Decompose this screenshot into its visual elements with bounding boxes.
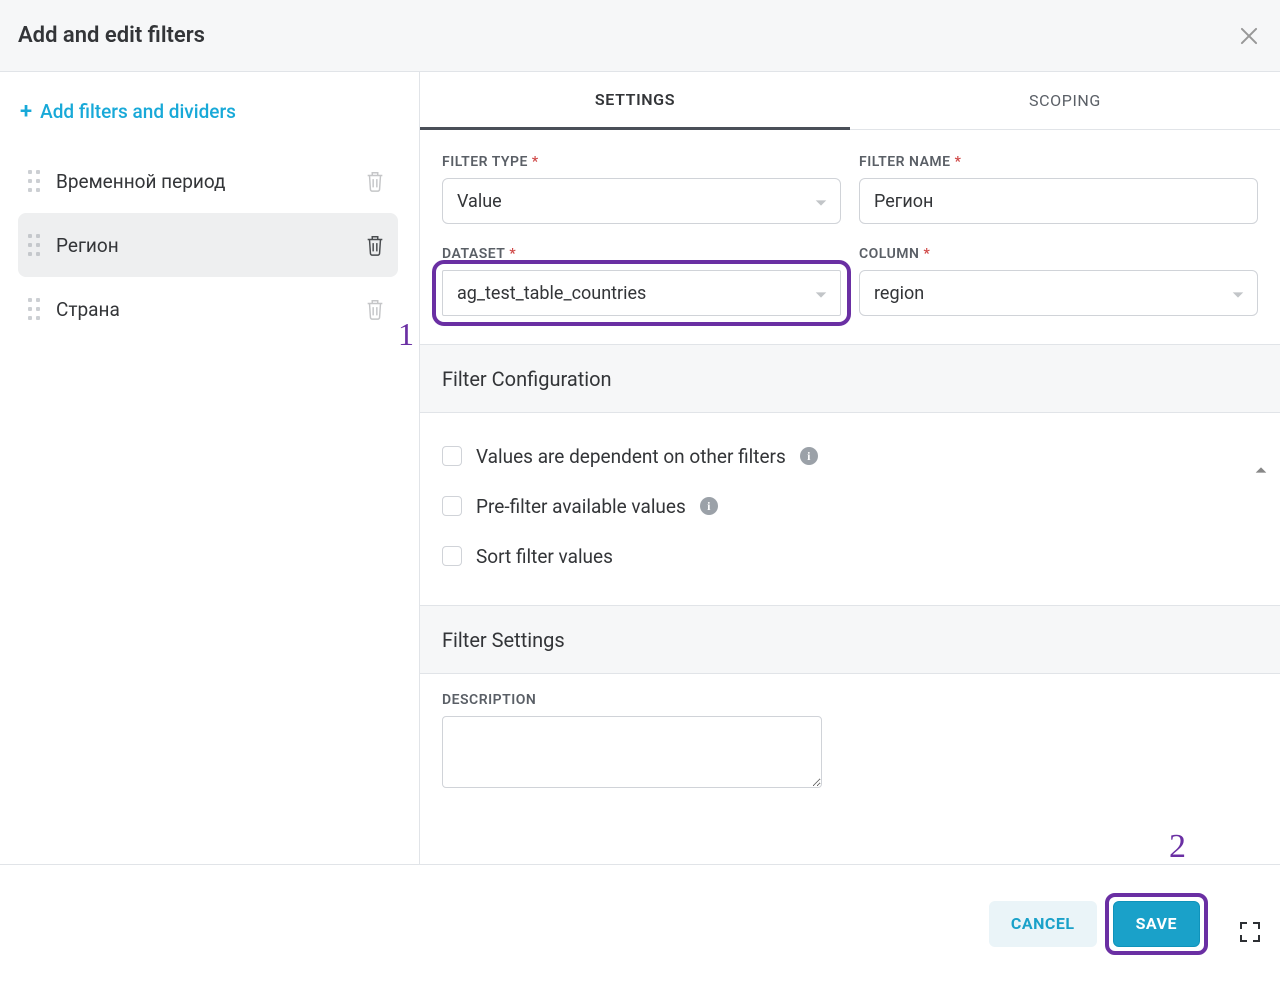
sort-label: Sort filter values	[476, 545, 613, 568]
filter-settings-title: Filter Settings	[442, 628, 565, 652]
chevron-down-icon	[814, 286, 828, 300]
dependent-values-label: Values are dependent on other filters	[476, 445, 786, 468]
plus-icon: +	[20, 101, 32, 123]
column-select[interactable]: region	[859, 270, 1258, 316]
description-input[interactable]	[442, 716, 822, 788]
filter-settings-body: DESCRIPTION	[420, 674, 1280, 812]
filter-name-field: FILTER NAME* Регион	[859, 154, 1258, 224]
chevron-down-icon	[814, 194, 828, 208]
fullscreen-icon[interactable]	[1238, 920, 1262, 944]
drag-handle-icon[interactable]	[26, 232, 44, 258]
dependent-values-checkbox[interactable]	[442, 446, 462, 466]
tab-scoping[interactable]: SCOPING	[850, 72, 1280, 129]
settings-scroll[interactable]: FILTER TYPE* Value FILTER NAME* Регион D…	[420, 130, 1280, 864]
filter-configuration-panel: Filter Configuration Values are dependen…	[420, 344, 1280, 605]
tab-settings[interactable]: SETTINGS	[420, 72, 850, 130]
filter-list: Временной период Регион Страна	[18, 149, 405, 341]
dependent-values-row: Values are dependent on other filters i	[442, 431, 1258, 481]
save-button[interactable]: SAVE	[1113, 901, 1200, 947]
filter-name-label: FILTER NAME*	[859, 154, 1258, 170]
dataset-value: ag_test_table_countries	[457, 283, 646, 304]
modal-footer: CANCEL SAVE	[0, 864, 1280, 982]
filter-name-input[interactable]: Регион	[859, 178, 1258, 224]
column-label: COLUMN*	[859, 246, 1258, 262]
dataset-select[interactable]: ag_test_table_countries	[442, 270, 841, 316]
filter-configuration-header[interactable]: Filter Configuration	[420, 345, 1280, 413]
trash-icon[interactable]	[364, 297, 386, 321]
filter-settings-panel: Filter Settings DESCRIPTION	[420, 605, 1280, 812]
modal-body: + Add filters and dividers Временной пер…	[0, 72, 1280, 864]
filter-type-label: FILTER TYPE*	[442, 154, 841, 170]
trash-icon[interactable]	[364, 233, 386, 257]
description-field: DESCRIPTION	[442, 692, 842, 788]
filter-item[interactable]: Страна	[18, 277, 398, 341]
chevron-up-icon	[1254, 468, 1268, 482]
filter-item-label: Временной период	[56, 170, 364, 193]
modal-title: Add and edit filters	[18, 23, 205, 48]
sort-row: Sort filter values	[442, 531, 1258, 581]
tabs: SETTINGS SCOPING	[420, 72, 1280, 130]
drag-handle-icon[interactable]	[26, 296, 44, 322]
filter-item-label: Страна	[56, 298, 364, 321]
add-filters-button[interactable]: + Add filters and dividers	[20, 100, 405, 123]
filter-type-value: Value	[457, 191, 502, 212]
add-filters-label: Add filters and dividers	[40, 100, 236, 123]
filter-configuration-body: Values are dependent on other filters i …	[420, 413, 1280, 605]
filter-item-label: Регион	[56, 234, 364, 257]
settings-pane: SETTINGS SCOPING FILTER TYPE* Value FILT…	[420, 72, 1280, 864]
filter-settings-header[interactable]: Filter Settings	[420, 606, 1280, 674]
dataset-field: DATASET* ag_test_table_countries	[442, 246, 841, 316]
annotation-callout-1: 1	[398, 316, 414, 353]
form-grid: FILTER TYPE* Value FILTER NAME* Регион D…	[420, 130, 1280, 344]
chevron-down-icon	[1231, 286, 1245, 300]
filter-type-field: FILTER TYPE* Value	[442, 154, 841, 224]
dataset-label: DATASET*	[442, 246, 841, 262]
filter-type-select[interactable]: Value	[442, 178, 841, 224]
trash-icon[interactable]	[364, 169, 386, 193]
annotation-save-highlight: SAVE	[1113, 901, 1200, 947]
filter-item[interactable]: Временной период	[18, 149, 398, 213]
filter-item[interactable]: Регион	[18, 213, 398, 277]
prefilter-row: Pre-filter available values i	[442, 481, 1258, 531]
description-label: DESCRIPTION	[442, 692, 842, 708]
modal-header: Add and edit filters	[0, 0, 1280, 72]
filter-name-value: Регион	[874, 191, 933, 212]
annotation-callout-2: 2	[1169, 828, 1186, 866]
drag-handle-icon[interactable]	[26, 168, 44, 194]
cancel-button[interactable]: CANCEL	[989, 901, 1097, 947]
prefilter-label: Pre-filter available values	[476, 495, 686, 518]
column-field: COLUMN* region	[859, 246, 1258, 316]
sort-checkbox[interactable]	[442, 546, 462, 566]
column-value: region	[874, 283, 924, 304]
filter-configuration-title: Filter Configuration	[442, 367, 612, 391]
close-icon[interactable]	[1238, 25, 1260, 47]
filters-sidebar: + Add filters and dividers Временной пер…	[0, 72, 420, 864]
prefilter-checkbox[interactable]	[442, 496, 462, 516]
info-icon: i	[700, 497, 718, 515]
info-icon: i	[800, 447, 818, 465]
